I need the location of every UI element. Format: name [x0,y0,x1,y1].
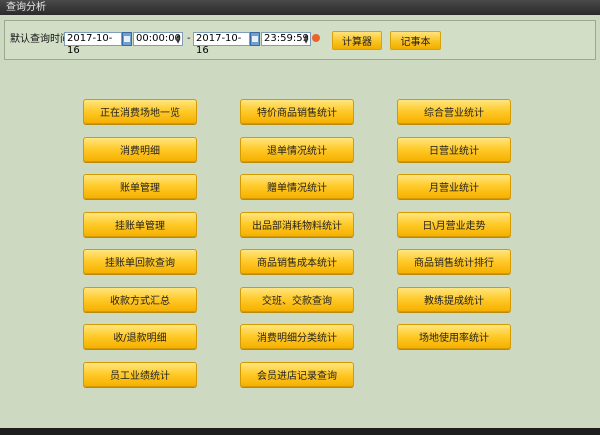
start-time-input[interactable]: 00:00:00 ▲ ▼ [133,32,183,46]
report-button-r6-c2[interactable]: 交班、交款查询 [240,287,354,312]
report-button-r1-c1[interactable]: 正在消费场地一览 [83,99,197,124]
report-button-r2-c2[interactable]: 退单情况统计 [240,137,354,162]
start-date-input[interactable]: 2017-10-16 [64,32,122,56]
title-bar: 查询分析 [0,0,600,15]
window-title: 查询分析 [6,2,46,13]
report-button-r4-c3[interactable]: 日\月营业走势 [397,212,511,237]
bottom-bar [0,428,600,435]
report-button-r4-c2[interactable]: 出品部消耗物料统计 [240,212,354,237]
start-time-spinner-icon[interactable]: ▲ ▼ [175,34,181,45]
default-query-time-label: 默认查询时间 [10,34,70,45]
report-button-r6-c3[interactable]: 教练提成统计 [397,287,511,312]
report-button-r2-c3[interactable]: 日营业统计 [397,137,511,162]
query-toolbar: 默认查询时间 2017-10-16 00:00:00 ▲ ▼ - 2017-10-… [4,20,596,60]
report-button-r7-c1[interactable]: 收/退款明细 [83,324,197,349]
query-analysis-window: 查询分析 默认查询时间 2017-10-16 00:00:00 ▲ ▼ - 201… [0,0,600,435]
report-button-r3-c1[interactable]: 账单管理 [83,174,197,199]
report-button-r1-c3[interactable]: 综合营业统计 [397,99,511,124]
start-calendar-icon[interactable] [122,32,132,46]
report-button-r8-c2[interactable]: 会员进店记录查询 [240,362,354,387]
report-button-r6-c1[interactable]: 收款方式汇总 [83,287,197,312]
end-time-input[interactable]: 23:59:59 ▲ ▼ [261,32,311,46]
end-calendar-icon[interactable] [250,32,260,46]
report-button-r5-c1[interactable]: 挂账单回款查询 [83,249,197,274]
report-button-r2-c1[interactable]: 消费明细 [83,137,197,162]
notepad-button[interactable]: 记事本 [390,31,441,50]
report-button-r1-c2[interactable]: 特价商品销售统计 [240,99,354,124]
report-button-r4-c1[interactable]: 挂账单管理 [83,212,197,237]
report-button-r8-c1[interactable]: 员工业绩统计 [83,362,197,387]
report-button-r7-c3[interactable]: 场地使用率统计 [397,324,511,349]
report-button-r5-c2[interactable]: 商品销售成本统计 [240,249,354,274]
reset-time-icon[interactable] [312,34,320,42]
report-button-r7-c2[interactable]: 消费明细分类统计 [240,324,354,349]
end-date-input[interactable]: 2017-10-16 [193,32,250,56]
calculator-button[interactable]: 计算器 [332,31,382,50]
report-button-r3-c3[interactable]: 月营业统计 [397,174,511,199]
end-time-spinner-icon[interactable]: ▲ ▼ [303,34,309,45]
report-button-r3-c2[interactable]: 赠单情况统计 [240,174,354,199]
time-range-separator: - [187,33,191,44]
report-button-r5-c3[interactable]: 商品销售统计排行 [397,249,511,274]
